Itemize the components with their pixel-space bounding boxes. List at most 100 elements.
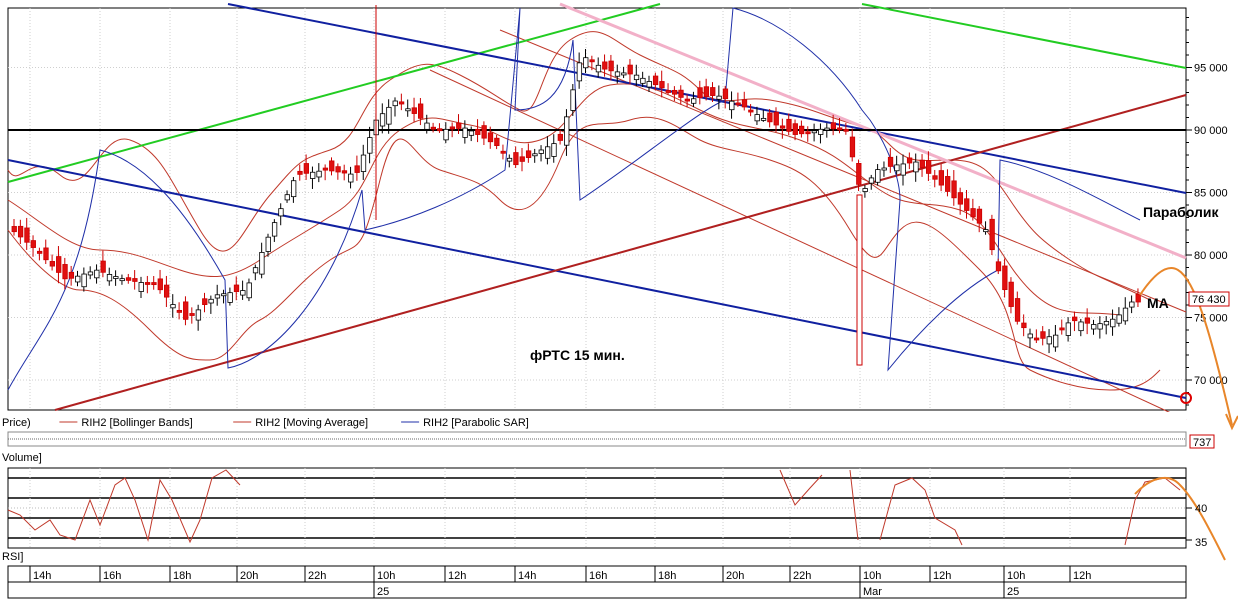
y-tick-label: 75 000: [1194, 313, 1228, 325]
date-tick-label: Mar: [863, 586, 882, 598]
candle-body: [551, 143, 557, 157]
candle-body: [767, 112, 773, 123]
hour-tick-label: 18h: [658, 570, 676, 582]
candle-body: [1059, 327, 1065, 331]
candle-body: [189, 313, 195, 316]
candle-body: [310, 171, 316, 179]
y-tick-label: 90 000: [1194, 125, 1228, 137]
candle-body: [716, 95, 722, 100]
candle-body: [1053, 334, 1059, 348]
candle-body: [246, 282, 252, 299]
candle-body: [849, 136, 856, 158]
candle-body: [1116, 314, 1122, 324]
hour-tick-label: 18h: [173, 570, 191, 582]
candle-body: [430, 126, 437, 130]
candle-body: [779, 125, 786, 129]
candle-body: [957, 192, 964, 205]
candle-body: [322, 167, 329, 171]
candle-body: [532, 153, 538, 157]
candle-body: [1129, 301, 1135, 308]
candle-body: [1078, 321, 1084, 332]
candle-body: [856, 163, 862, 185]
candle-body: [1097, 323, 1103, 330]
candle-body: [176, 309, 183, 313]
candle-body: [595, 64, 602, 73]
candle-body: [646, 81, 652, 88]
candle-body: [1072, 316, 1078, 322]
candle-body: [233, 284, 240, 293]
legend-item: Price): [2, 417, 31, 429]
rsi-tick-label: 40: [1195, 503, 1207, 515]
candle-body: [818, 128, 824, 135]
candle-body: [976, 208, 983, 224]
candle-body: [75, 275, 81, 283]
candle-body: [887, 156, 894, 167]
hour-tick-label: 22h: [308, 570, 326, 582]
candle-body: [360, 154, 367, 172]
candle-body: [411, 107, 417, 114]
candle-body: [354, 165, 360, 173]
candle-body: [1046, 336, 1052, 345]
candle-body: [68, 271, 75, 279]
candle-body: [195, 309, 202, 321]
date-tick-label: 25: [377, 586, 389, 598]
candle-body: [170, 304, 176, 309]
candle-body: [748, 109, 754, 113]
candle-body: [43, 247, 49, 261]
volume-value-label: 737: [1193, 437, 1211, 449]
candle-body: [773, 111, 779, 126]
candle-body: [81, 273, 87, 288]
candle-body: [614, 71, 621, 77]
candle-body: [805, 131, 811, 135]
candle-body: [367, 137, 373, 154]
candle-body: [449, 126, 456, 130]
candle-body: [951, 180, 957, 199]
candle-body: [1091, 324, 1097, 330]
candle-body: [703, 86, 710, 98]
candle-body: [417, 103, 424, 119]
candle-body: [487, 132, 494, 143]
candle-body: [525, 150, 532, 158]
candle-body: [392, 100, 398, 107]
candle-body: [1065, 322, 1071, 336]
candle-body: [964, 198, 970, 211]
candle-body: [881, 167, 887, 171]
candle-body: [208, 298, 214, 304]
candle-body: [437, 128, 443, 132]
candle-body: [932, 175, 938, 180]
candle-body: [297, 170, 303, 175]
last-price-label: 76 430: [1192, 294, 1226, 306]
candle-body: [119, 278, 125, 282]
candle-body: [665, 90, 671, 93]
candle-body: [475, 128, 481, 135]
hour-tick-label: 22h: [793, 570, 811, 582]
candle-body: [875, 169, 881, 183]
candle-body: [602, 61, 608, 70]
candle-body: [157, 278, 163, 291]
candle-body: [983, 229, 989, 233]
candle-body: [398, 101, 405, 105]
candle-body: [144, 282, 151, 285]
candle-body: [1135, 293, 1141, 303]
candle-body: [989, 218, 995, 251]
candle-body: [754, 114, 760, 122]
candle-body: [1084, 317, 1091, 324]
ma-label: MA: [1147, 295, 1169, 311]
candle-body: [906, 157, 913, 164]
candle-body: [1122, 307, 1129, 322]
y-tick-label: 85 000: [1194, 188, 1228, 200]
candle-body: [424, 122, 430, 130]
hour-tick-label: 10h: [1007, 570, 1025, 582]
candle-body: [221, 293, 227, 297]
candle-body: [17, 225, 24, 238]
legend-item: RIH2 [Parabolic SAR]: [423, 417, 529, 429]
candle-body: [919, 159, 925, 168]
candle-body: [837, 127, 843, 131]
candle-body: [799, 125, 805, 135]
candle-body: [132, 278, 138, 282]
candle-body: [56, 256, 62, 273]
candle-body: [684, 98, 690, 102]
rsi-panel-label: RSI]: [2, 551, 23, 563]
legend-item: RIH2 [Moving Average]: [255, 417, 368, 429]
candle-body: [284, 194, 290, 201]
